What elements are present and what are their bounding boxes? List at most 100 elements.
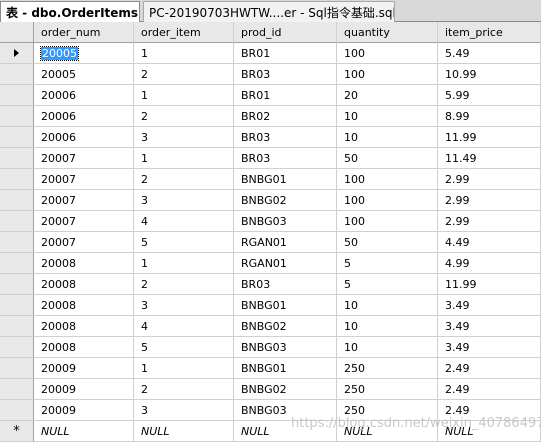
cell-item_price[interactable]: 5.49	[438, 43, 541, 64]
table-row[interactable]: 20008 3 BNBG01 10 3.49	[0, 295, 541, 316]
cell-quantity[interactable]: 100	[337, 43, 438, 64]
row-selector[interactable]	[0, 43, 34, 64]
row-selector[interactable]	[0, 274, 34, 295]
cell-order_item[interactable]: 2	[134, 274, 234, 295]
cell-quantity[interactable]: 100	[337, 169, 438, 190]
cell-order_num[interactable]: 20008	[34, 316, 134, 337]
cell-quantity[interactable]: 5	[337, 274, 438, 295]
cell-order_num[interactable]: 20007	[34, 169, 134, 190]
cell-order_item[interactable]: 1	[134, 85, 234, 106]
cell-order_item[interactable]: 1	[134, 253, 234, 274]
table-row[interactable]: 20007 2 BNBG01 100 2.99	[0, 169, 541, 190]
cell-item_price[interactable]: 4.49	[438, 232, 541, 253]
column-header-prod_id[interactable]: prod_id	[234, 22, 337, 43]
table-row[interactable]: 20007 5 RGAN01 50 4.49	[0, 232, 541, 253]
table-row[interactable]: 20007 4 BNBG03 100 2.99	[0, 211, 541, 232]
table-row[interactable]: 20006 2 BR02 10 8.99	[0, 106, 541, 127]
table-row[interactable]: 20008 2 BR03 5 11.99	[0, 274, 541, 295]
cell-quantity[interactable]: 10	[337, 106, 438, 127]
cell-order_num[interactable]: 20005	[34, 43, 134, 64]
cell-order_num[interactable]: 20006	[34, 127, 134, 148]
tab-orderitems[interactable]: 表 - dbo.OrderItems	[0, 1, 140, 22]
cell-order_item[interactable]: 4	[134, 211, 234, 232]
row-selector[interactable]	[0, 127, 34, 148]
cell-prod_id[interactable]: BNBG02	[234, 379, 337, 400]
cell-prod_id[interactable]: BNBG01	[234, 358, 337, 379]
cell-item_price[interactable]: 8.99	[438, 106, 541, 127]
new-row-selector[interactable]: *	[0, 421, 34, 442]
select-all-corner[interactable]	[0, 22, 34, 43]
new-row-cell-order_num[interactable]: NULL	[34, 421, 134, 442]
cell-order_num[interactable]: 20009	[34, 400, 134, 421]
table-row[interactable]: 20009 1 BNBG01 250 2.49	[0, 358, 541, 379]
cell-prod_id[interactable]: BR03	[234, 274, 337, 295]
cell-item_price[interactable]: 10.99	[438, 64, 541, 85]
row-selector[interactable]	[0, 169, 34, 190]
column-header-order_item[interactable]: order_item	[134, 22, 234, 43]
cell-order_item[interactable]: 3	[134, 127, 234, 148]
cell-prod_id[interactable]: BNBG01	[234, 169, 337, 190]
cell-order_num[interactable]: 20008	[34, 274, 134, 295]
tab-sql-file[interactable]: PC-20190703HWTW....er - Sql指令基础.sql	[143, 1, 395, 22]
results-grid[interactable]: order_num order_item prod_id quantity item_p…	[0, 22, 541, 443]
row-selector[interactable]	[0, 295, 34, 316]
row-selector[interactable]	[0, 358, 34, 379]
cell-item_price[interactable]: 2.49	[438, 358, 541, 379]
cell-order_num[interactable]: 20007	[34, 232, 134, 253]
cell-quantity[interactable]: 100	[337, 190, 438, 211]
cell-order_num[interactable]: 20008	[34, 337, 134, 358]
table-row[interactable]: 20009 2 BNBG02 250 2.49	[0, 379, 541, 400]
table-row[interactable]: 20005 2 BR03 100 10.99	[0, 64, 541, 85]
row-selector[interactable]	[0, 379, 34, 400]
row-selector[interactable]	[0, 400, 34, 421]
cell-order_item[interactable]: 3	[134, 400, 234, 421]
cell-order_num[interactable]: 20007	[34, 190, 134, 211]
cell-order_num[interactable]: 20009	[34, 358, 134, 379]
cell-item_price[interactable]: 3.49	[438, 337, 541, 358]
cell-quantity[interactable]: 20	[337, 85, 438, 106]
cell-order_item[interactable]: 5	[134, 337, 234, 358]
row-selector[interactable]	[0, 148, 34, 169]
cell-item_price[interactable]: 3.49	[438, 295, 541, 316]
cell-order_item[interactable]: 3	[134, 295, 234, 316]
row-selector[interactable]	[0, 316, 34, 337]
cell-order_num[interactable]: 20006	[34, 106, 134, 127]
cell-item_price[interactable]: 11.99	[438, 127, 541, 148]
cell-quantity[interactable]: 50	[337, 148, 438, 169]
column-header-item_price[interactable]: item_price	[438, 22, 541, 43]
cell-quantity[interactable]: 250	[337, 358, 438, 379]
row-selector[interactable]	[0, 232, 34, 253]
cell-order_num[interactable]: 20007	[34, 148, 134, 169]
cell-order_item[interactable]: 1	[134, 43, 234, 64]
table-row[interactable]: 20006 3 BR03 10 11.99	[0, 127, 541, 148]
row-selector[interactable]	[0, 253, 34, 274]
cell-item_price[interactable]: 2.99	[438, 211, 541, 232]
cell-order_num[interactable]: 20005	[34, 64, 134, 85]
cell-order_num[interactable]: 20009	[34, 379, 134, 400]
column-header-order_num[interactable]: order_num	[34, 22, 134, 43]
cell-order_num[interactable]: 20006	[34, 85, 134, 106]
cell-quantity[interactable]: 10	[337, 316, 438, 337]
cell-prod_id[interactable]: RGAN01	[234, 232, 337, 253]
cell-item_price[interactable]: 2.99	[438, 190, 541, 211]
cell-quantity[interactable]: 10	[337, 127, 438, 148]
table-row[interactable]: 20006 1 BR01 20 5.99	[0, 85, 541, 106]
cell-order_num[interactable]: 20007	[34, 211, 134, 232]
column-header-quantity[interactable]: quantity	[337, 22, 438, 43]
new-row-cell-order_item[interactable]: NULL	[134, 421, 234, 442]
table-row[interactable]: 20005 1 BR01 100 5.49	[0, 43, 541, 64]
cell-quantity[interactable]: 100	[337, 211, 438, 232]
cell-prod_id[interactable]: BR01	[234, 85, 337, 106]
cell-quantity[interactable]: 10	[337, 295, 438, 316]
cell-prod_id[interactable]: BNBG03	[234, 211, 337, 232]
cell-item_price[interactable]: 5.99	[438, 85, 541, 106]
cell-order_item[interactable]: 2	[134, 169, 234, 190]
row-selector[interactable]	[0, 64, 34, 85]
row-selector[interactable]	[0, 337, 34, 358]
cell-prod_id[interactable]: BNBG02	[234, 316, 337, 337]
row-selector[interactable]	[0, 190, 34, 211]
cell-item_price[interactable]: 2.49	[438, 379, 541, 400]
cell-order_item[interactable]: 4	[134, 316, 234, 337]
table-row[interactable]: 20008 4 BNBG02 10 3.49	[0, 316, 541, 337]
cell-prod_id[interactable]: BR01	[234, 43, 337, 64]
